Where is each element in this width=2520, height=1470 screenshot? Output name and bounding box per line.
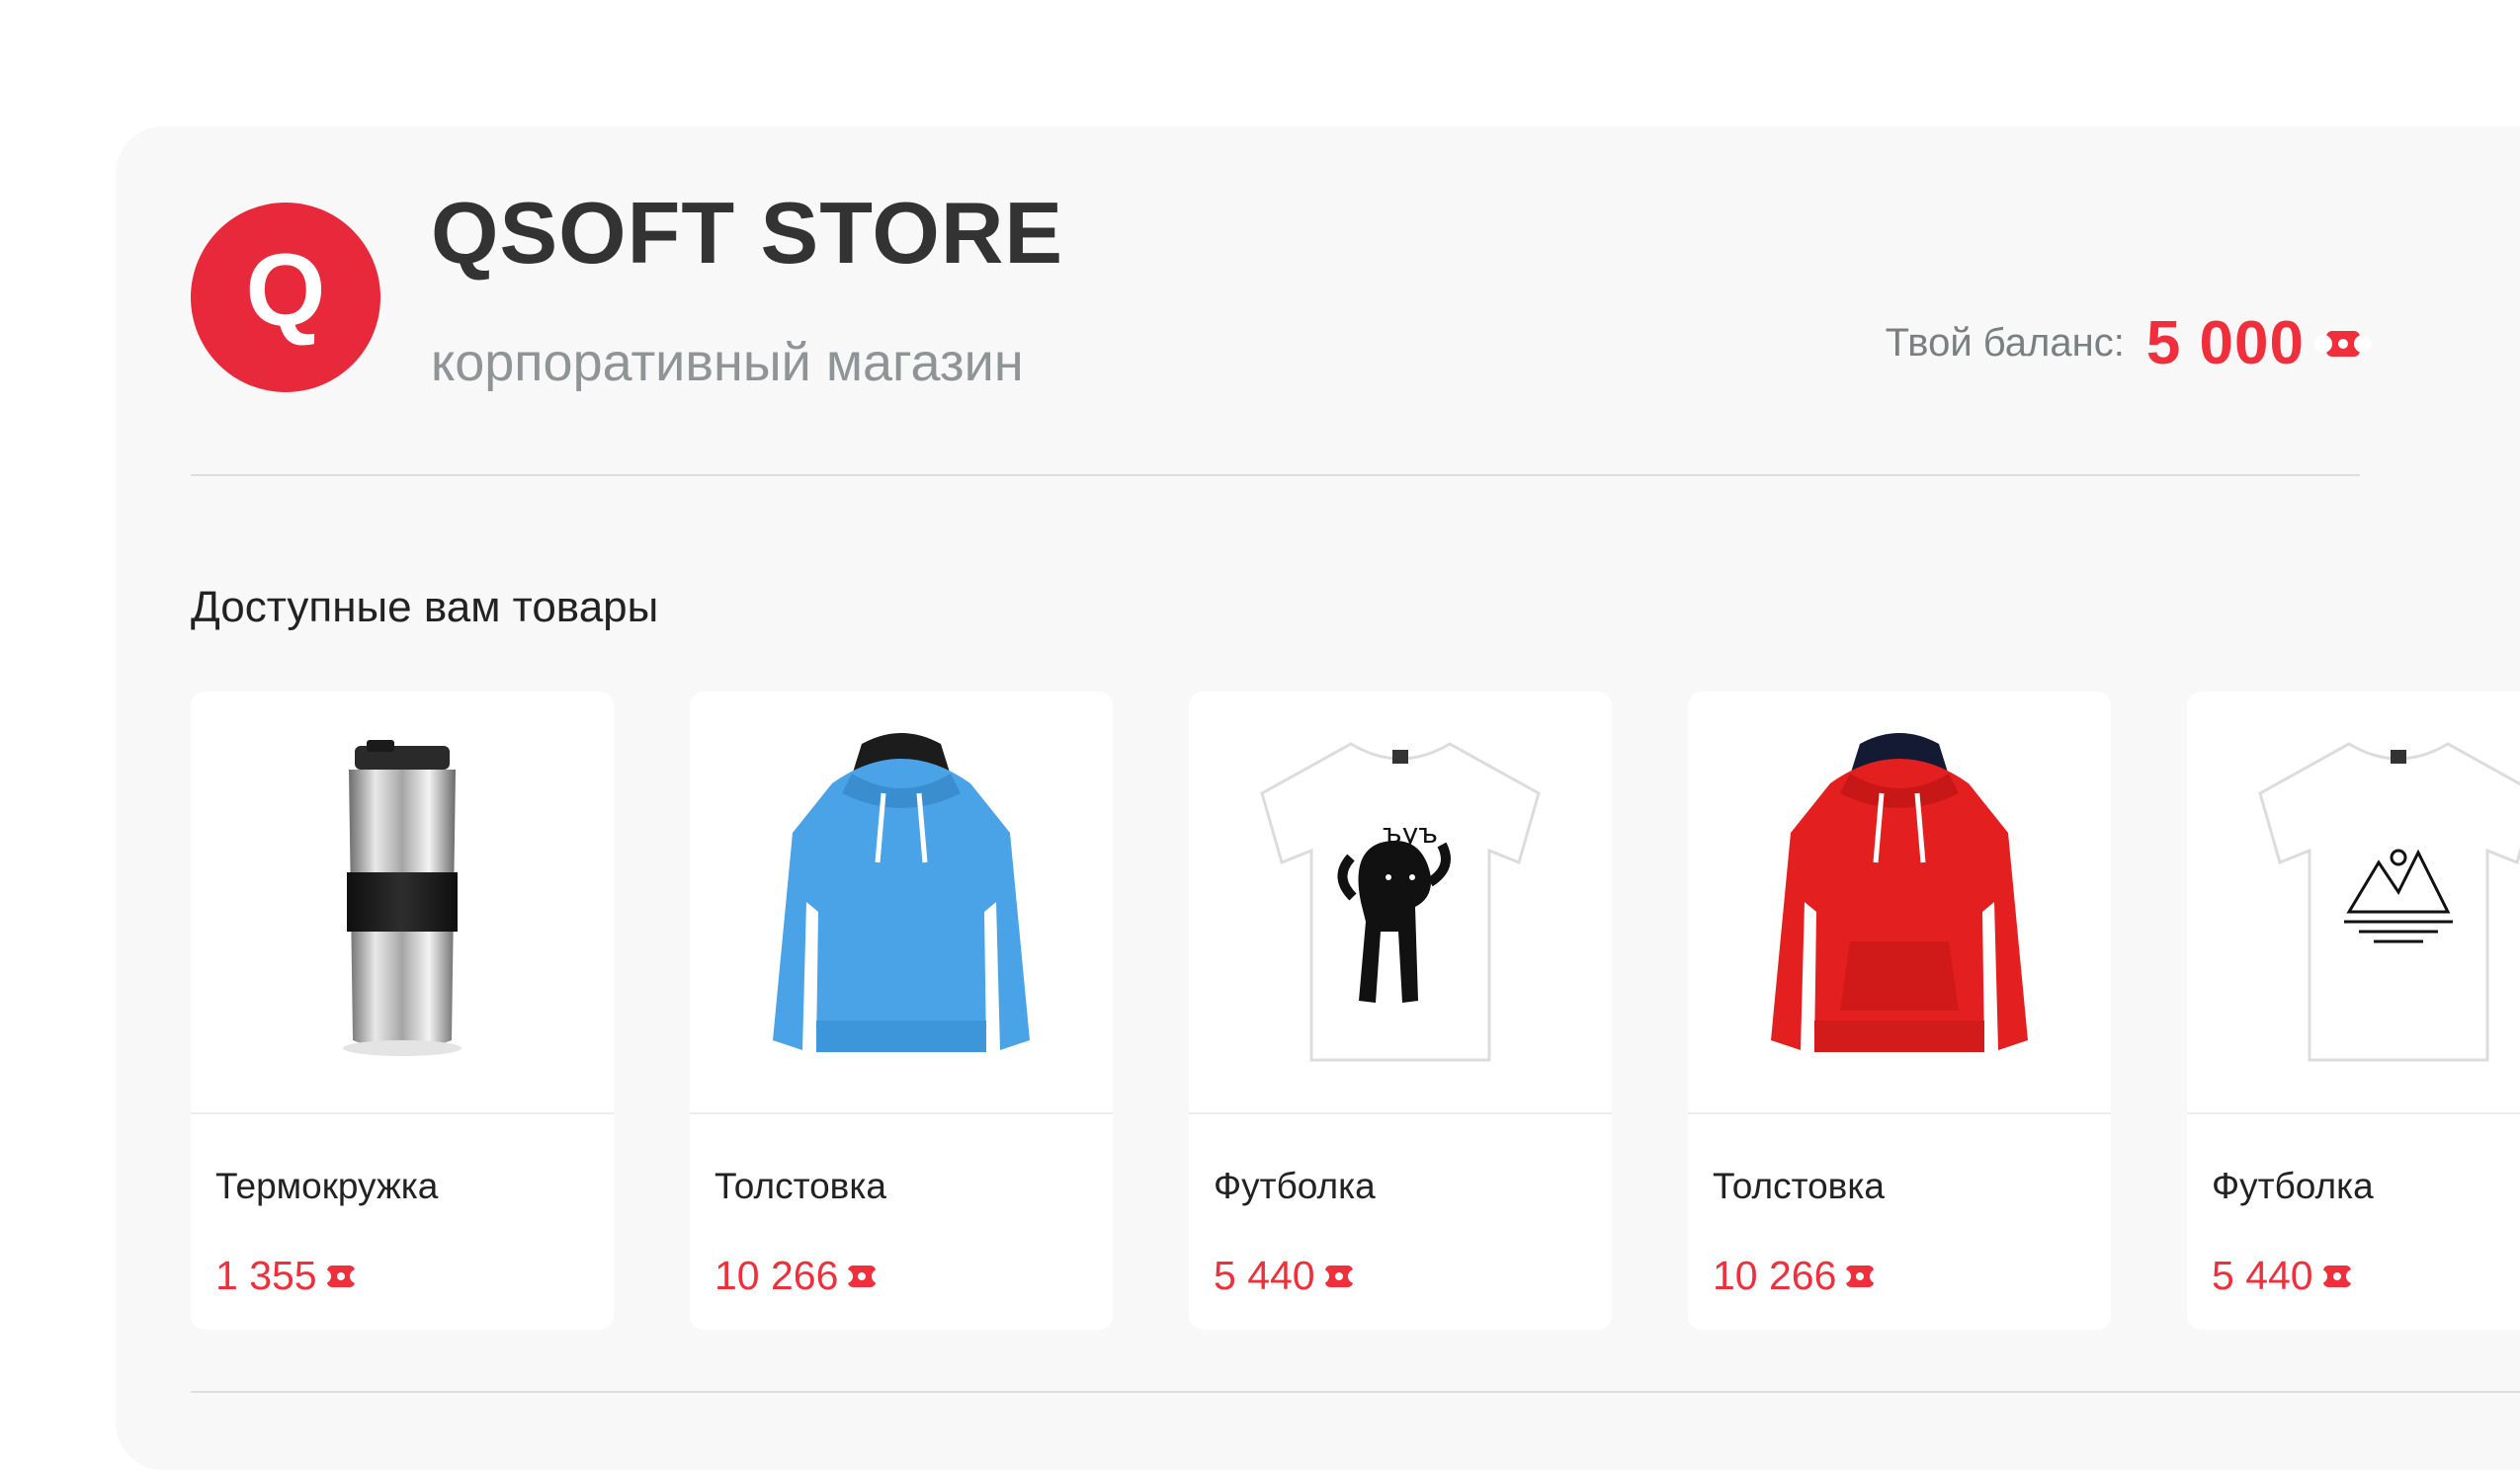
product-price-value: 10 266 [1713,1253,1837,1298]
thermo-mug-icon [343,740,462,1056]
product-card[interactable]: Футболка 5 440 [2187,692,2520,1330]
q-logo-icon: Q [246,238,326,348]
mountain-tshirt-icon [2258,742,2520,1062]
currency-icon [848,1265,877,1287]
product-image [690,692,1113,1112]
currency-icon [326,1265,355,1287]
product-price-value: 1 355 [215,1253,317,1298]
balance-value: 5 000 [2145,309,2305,377]
product-price-value: 10 266 [714,1253,839,1298]
store-title: QSOFT STORE [431,184,1064,282]
product-name: Толстовка [1713,1166,1885,1206]
product-name: Термокружка [215,1166,439,1206]
red-hoodie-icon [1771,733,2028,1052]
cat-tshirt-icon: ъуъ [1260,742,1541,1062]
product-image [1688,692,2111,1112]
card-divider [191,1112,614,1114]
blue-hoodie-icon [773,733,1030,1052]
product-price: 5 440 [2212,1253,2351,1299]
product-image: ъуъ [1189,692,1612,1112]
product-image [2187,692,2520,1112]
card-divider [1189,1112,1612,1114]
product-price-value: 5 440 [1214,1253,1315,1298]
store-logo[interactable]: Q [191,203,380,392]
currency-icon [2326,330,2360,357]
balance: Твой баланс: 5 000 [1886,308,2360,378]
card-divider [2187,1112,2520,1114]
currency-icon [2322,1265,2351,1287]
currency-icon [1324,1265,1353,1287]
product-list: Термокружка 1 355 Толстовка 10 266 ъуъ Ф… [191,692,2520,1330]
product-name: Футболка [1214,1166,1376,1206]
product-price: 5 440 [1214,1253,1353,1299]
card-divider [1688,1112,2111,1114]
product-image [191,692,614,1112]
product-card[interactable]: Термокружка 1 355 [191,692,614,1330]
footer-divider [191,1391,2520,1393]
store-subtitle: корпоративный магазин [431,333,1024,392]
card-divider [690,1112,1113,1114]
product-card[interactable]: Толстовка 10 266 [1688,692,2111,1330]
product-price-value: 5 440 [2212,1253,2313,1298]
header-divider [191,474,2360,476]
balance-label: Твой баланс: [1885,321,2125,365]
section-title: Доступные вам товары [191,583,659,631]
product-card[interactable]: Толстовка 10 266 [690,692,1113,1330]
product-name: Толстовка [714,1166,886,1206]
product-price: 10 266 [714,1253,877,1299]
product-price: 1 355 [215,1253,355,1299]
currency-icon [1846,1265,1875,1287]
product-name: Футболка [2212,1166,2374,1206]
svg-text:Q: Q [246,238,326,348]
product-card[interactable]: ъуъ Футболка 5 440 [1189,692,1612,1330]
product-price: 10 266 [1713,1253,1875,1299]
